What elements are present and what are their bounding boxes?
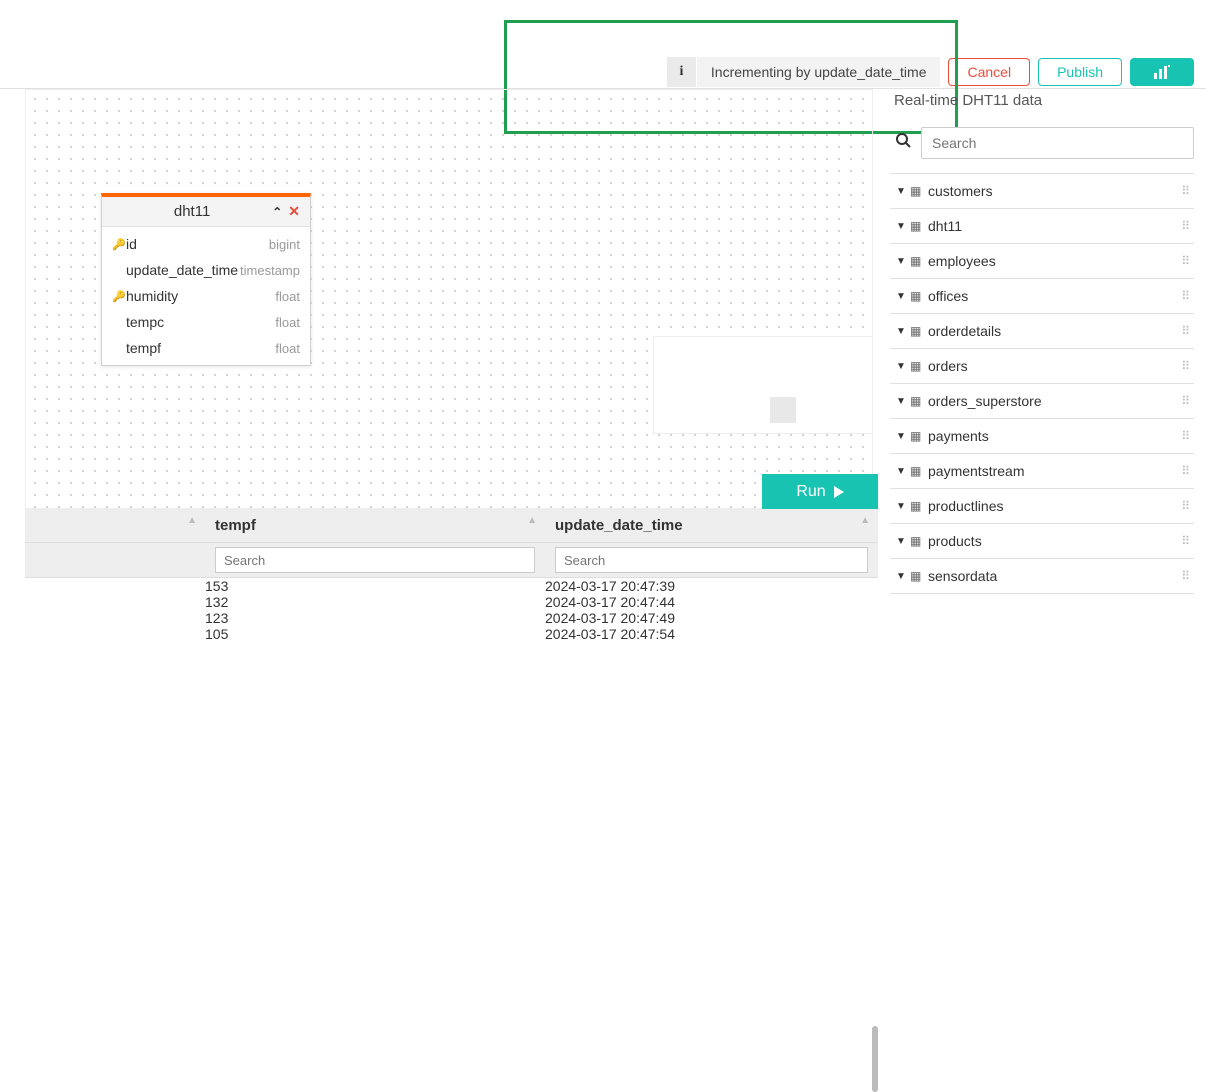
results-panel: Run ▲ tempf▲ update_date_time▲ 1532024-0… bbox=[25, 509, 878, 642]
preview-placeholder bbox=[653, 336, 873, 434]
increment-text: Incrementing by update_date_time bbox=[697, 64, 941, 80]
caret-icon: ▼ bbox=[896, 466, 910, 477]
caret-icon: ▼ bbox=[896, 536, 910, 547]
results-table: ▲ tempf▲ update_date_time▲ 1532024-03-17… bbox=[25, 509, 878, 642]
caret-icon: ▼ bbox=[896, 186, 910, 197]
drag-icon[interactable]: ⠿ bbox=[1181, 534, 1188, 548]
table-row[interactable]: 1232024-03-17 20:47:49 bbox=[25, 610, 878, 626]
table-icon: ▦ bbox=[910, 429, 928, 443]
table-icon: ▦ bbox=[910, 289, 928, 303]
search-icon bbox=[890, 133, 911, 153]
right-panel: Real-time DHT11 data ▼▦customers⠿ ▼▦dht1… bbox=[890, 92, 1194, 594]
drag-icon[interactable]: ⠿ bbox=[1181, 394, 1188, 408]
panel-title: Real-time DHT11 data bbox=[890, 92, 1194, 109]
caret-icon: ▼ bbox=[896, 361, 910, 372]
table-column[interactable]: tempffloat bbox=[102, 335, 310, 361]
run-label: Run bbox=[796, 483, 825, 501]
drag-icon[interactable]: ⠿ bbox=[1181, 184, 1188, 198]
drag-icon[interactable]: ⠿ bbox=[1181, 289, 1188, 303]
results-col-update[interactable]: update_date_time▲ bbox=[545, 509, 878, 543]
sort-icon: ▲ bbox=[860, 515, 870, 526]
table-node-dht11[interactable]: dht11 ⌃ ✕ 🔑idbigint update_date_timetime… bbox=[101, 193, 311, 366]
preview-placeholder-inner bbox=[770, 397, 796, 423]
drag-icon[interactable]: ⠿ bbox=[1181, 429, 1188, 443]
chart-icon bbox=[1153, 64, 1171, 80]
table-icon: ▦ bbox=[910, 184, 928, 198]
run-button[interactable]: Run bbox=[762, 474, 878, 509]
publish-button[interactable]: Publish bbox=[1038, 58, 1122, 86]
increment-info: i Incrementing by update_date_time bbox=[667, 57, 941, 87]
table-item-products[interactable]: ▼▦products⠿ bbox=[890, 524, 1194, 559]
chart-button[interactable] bbox=[1130, 58, 1194, 86]
cancel-button[interactable]: Cancel bbox=[948, 58, 1030, 86]
drag-icon[interactable]: ⠿ bbox=[1181, 324, 1188, 338]
table-item-offices[interactable]: ▼▦offices⠿ bbox=[890, 279, 1194, 314]
caret-icon: ▼ bbox=[896, 291, 910, 302]
caret-icon: ▼ bbox=[896, 221, 910, 232]
table-item-productlines[interactable]: ▼▦productlines⠿ bbox=[890, 489, 1194, 524]
table-node-title: dht11 bbox=[112, 203, 272, 220]
table-icon: ▦ bbox=[910, 464, 928, 478]
table-item-dht11[interactable]: ▼▦dht11⠿ bbox=[890, 209, 1194, 244]
table-search bbox=[890, 127, 1194, 159]
table-icon: ▦ bbox=[910, 499, 928, 513]
table-row[interactable]: 1322024-03-17 20:47:44 bbox=[25, 594, 878, 610]
scrollbar[interactable] bbox=[872, 1026, 878, 1092]
drag-icon[interactable]: ⠿ bbox=[1181, 254, 1188, 268]
sort-icon: ▲ bbox=[187, 515, 197, 526]
collapse-icon[interactable]: ⌃ bbox=[272, 205, 282, 219]
table-item-orders-superstore[interactable]: ▼▦orders_superstore⠿ bbox=[890, 384, 1194, 419]
table-node-columns: 🔑idbigint update_date_timetimestamp 🔑hum… bbox=[102, 227, 310, 365]
table-icon: ▦ bbox=[910, 359, 928, 373]
caret-icon: ▼ bbox=[896, 501, 910, 512]
search-update[interactable] bbox=[555, 547, 868, 573]
drag-icon[interactable]: ⠿ bbox=[1181, 219, 1188, 233]
drag-icon[interactable]: ⠿ bbox=[1181, 569, 1188, 583]
table-icon: ▦ bbox=[910, 394, 928, 408]
table-icon: ▦ bbox=[910, 219, 928, 233]
table-row[interactable]: 1532024-03-17 20:47:39 bbox=[25, 578, 878, 595]
results-col-tempf[interactable]: tempf▲ bbox=[205, 509, 545, 543]
drag-icon[interactable]: ⠿ bbox=[1181, 464, 1188, 478]
key-icon: 🔑 bbox=[112, 290, 126, 303]
table-node-header: dht11 ⌃ ✕ bbox=[102, 197, 310, 227]
caret-icon: ▼ bbox=[896, 256, 910, 267]
query-canvas[interactable]: dht11 ⌃ ✕ 🔑idbigint update_date_timetime… bbox=[25, 89, 873, 509]
drag-icon[interactable]: ⠿ bbox=[1181, 499, 1188, 513]
table-item-employees[interactable]: ▼▦employees⠿ bbox=[890, 244, 1194, 279]
table-column[interactable]: update_date_timetimestamp bbox=[102, 257, 310, 283]
table-column[interactable]: 🔑humidityfloat bbox=[102, 283, 310, 309]
caret-icon: ▼ bbox=[896, 431, 910, 442]
table-item-orders[interactable]: ▼▦orders⠿ bbox=[890, 349, 1194, 384]
table-column[interactable]: 🔑idbigint bbox=[102, 231, 310, 257]
table-item-customers[interactable]: ▼▦customers⠿ bbox=[890, 174, 1194, 209]
table-item-orderdetails[interactable]: ▼▦orderdetails⠿ bbox=[890, 314, 1194, 349]
table-icon: ▦ bbox=[910, 569, 928, 583]
table-item-payments[interactable]: ▼▦payments⠿ bbox=[890, 419, 1194, 454]
caret-icon: ▼ bbox=[896, 571, 910, 582]
play-icon bbox=[834, 486, 844, 498]
drag-icon[interactable]: ⠿ bbox=[1181, 359, 1188, 373]
search-tempf[interactable] bbox=[215, 547, 535, 573]
table-item-sensordata[interactable]: ▼▦sensordata⠿ bbox=[890, 559, 1194, 594]
caret-icon: ▼ bbox=[896, 396, 910, 407]
table-icon: ▦ bbox=[910, 534, 928, 548]
top-toolbar: i Incrementing by update_date_time Cance… bbox=[0, 55, 1206, 89]
info-icon: i bbox=[667, 57, 697, 87]
table-icon: ▦ bbox=[910, 324, 928, 338]
tables-list: ▼▦customers⠿ ▼▦dht11⠿ ▼▦employees⠿ ▼▦off… bbox=[890, 173, 1194, 594]
table-icon: ▦ bbox=[910, 254, 928, 268]
sort-icon: ▲ bbox=[527, 515, 537, 526]
table-search-input[interactable] bbox=[921, 127, 1194, 159]
table-row[interactable]: 1052024-03-17 20:47:54 bbox=[25, 626, 878, 642]
close-icon[interactable]: ✕ bbox=[288, 203, 300, 220]
table-column[interactable]: tempcfloat bbox=[102, 309, 310, 335]
key-icon: 🔑 bbox=[112, 238, 126, 251]
caret-icon: ▼ bbox=[896, 326, 910, 337]
results-col-blank[interactable]: ▲ bbox=[25, 509, 205, 543]
table-item-paymentstream[interactable]: ▼▦paymentstream⠿ bbox=[890, 454, 1194, 489]
